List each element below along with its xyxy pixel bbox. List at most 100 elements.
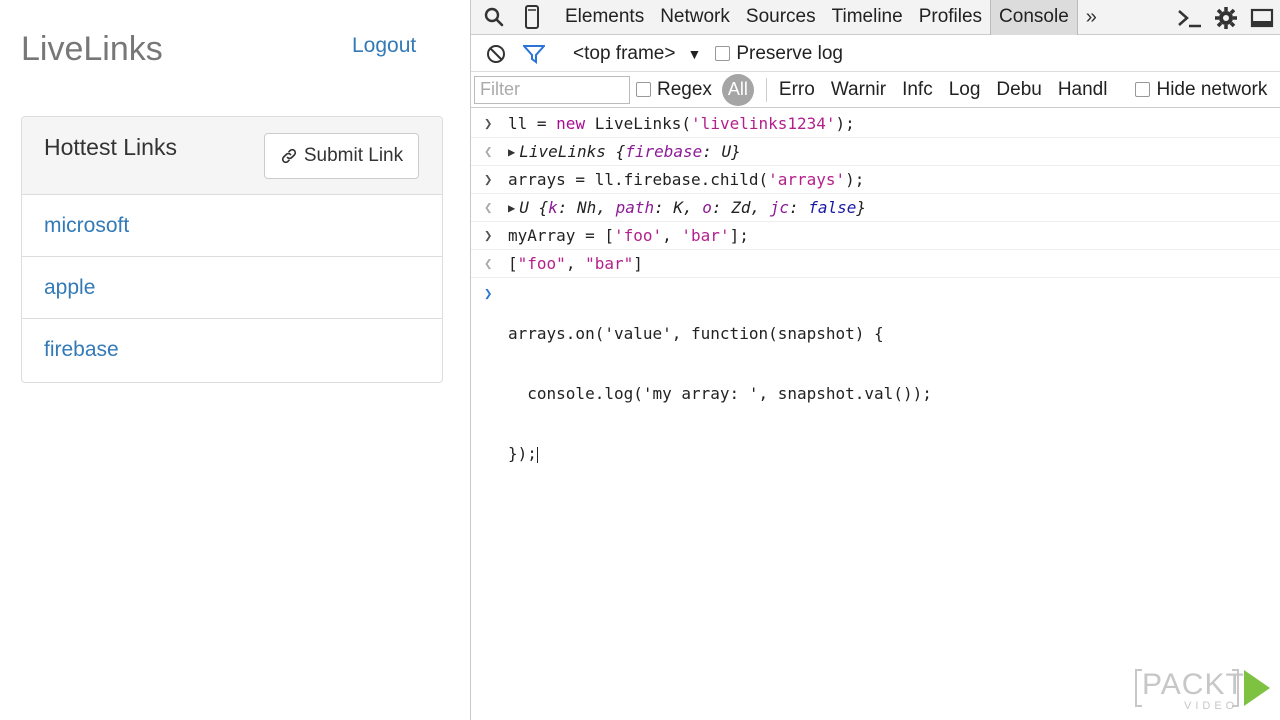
code-string: "foo" [517,254,566,273]
filter-bar: Regex All Erro Warnir Infc Log Debu Hand… [471,72,1280,108]
output-prompt-icon: ❮ [484,255,493,272]
filter-input[interactable] [474,75,630,104]
more-tabs-icon[interactable]: » [1078,6,1105,29]
prompt-code-line: arrays.on('value', function(snapshot) { [508,324,884,343]
output-prompt-icon: ❮ [484,199,493,216]
console-output[interactable]: ❯ ll = new LiveLinks('livelinks1234'); ❮… [471,110,1280,720]
submit-link-button[interactable]: Submit Link [264,133,419,179]
active-prompt-icon: ❯ [484,286,493,302]
prompt-code-last: }); [508,444,932,464]
search-icon[interactable] [479,0,509,35]
object-text: U { [519,198,549,217]
code-string: 'bar' [681,226,730,245]
prompt-code-line: }); [508,444,537,463]
code-text: ); [835,114,855,133]
level-handled[interactable]: Handl [1050,79,1116,101]
console-prompt-input[interactable]: ❯ arrays.on('value', function(snapshot) … [471,278,1280,504]
app-brand[interactable]: LiveLinks [21,30,163,69]
code-string: 'arrays' [768,170,846,189]
code-text: ll = [508,114,557,133]
livelinks-app: LiveLinks Logout Hottest Links Submit Li… [0,0,470,720]
object-text: } [856,198,867,217]
tab-console[interactable]: Console [990,0,1078,35]
hide-network-box[interactable] [1135,82,1151,97]
tab-timeline[interactable]: Timeline [824,0,911,35]
code-text: , [565,254,586,273]
logout-link[interactable]: Logout [352,34,416,58]
clear-console-icon[interactable] [481,36,511,71]
level-separator [765,77,767,102]
object-text: : [788,198,809,217]
devtools-tabbar: Elements Network Sources Timeline Profil… [471,0,1280,35]
level-info[interactable]: Infc [894,79,941,101]
object-property: o [702,198,712,217]
console-output-line[interactable]: ❮ ▶ LiveLinks {firebase: U} [471,138,1280,166]
link-item-firebase[interactable]: firebase [22,319,442,381]
tab-profiles[interactable]: Profiles [911,0,990,35]
panel-title: Hottest Links [44,134,177,160]
hide-network-checkbox[interactable]: Hide network [1135,79,1267,101]
code-text: myArray = [ [508,226,614,245]
level-warnings[interactable]: Warnir [823,79,894,101]
level-errors[interactable]: Erro [771,79,823,101]
level-logs[interactable]: Log [941,79,989,101]
code-string: 'livelinks1234' [691,114,836,133]
object-property: path [615,198,655,217]
object-property: firebase [625,142,703,161]
tab-sources[interactable]: Sources [738,0,824,35]
object-text: : Nh, [557,198,616,217]
code-text: ] [633,254,643,273]
hide-network-label: Hide network [1156,78,1268,100]
frame-dropdown-arrow-icon[interactable]: ▼ [687,46,701,62]
device-mode-icon[interactable] [517,0,547,35]
link-item-apple[interactable]: apple [22,257,442,319]
code-text: [ [508,254,518,273]
tab-network[interactable]: Network [652,0,738,35]
input-prompt-icon: ❯ [484,115,493,132]
code-text: arrays = ll.firebase.child( [508,170,769,189]
preserve-log-checkbox[interactable]: Preserve log [715,43,843,65]
input-prompt-icon: ❯ [484,227,493,244]
console-toolbar: <top frame> ▼ Preserve log [471,36,1280,72]
expand-triangle-icon[interactable]: ▶ [508,201,515,215]
console-drawer-icon[interactable] [1175,0,1205,35]
object-text: : Zd, [711,198,770,217]
devtools-right-icons [1175,0,1280,35]
panel-heading: Hottest Links Submit Link [22,117,442,195]
object-property: k [548,198,558,217]
input-prompt-icon: ❯ [484,171,493,188]
filter-funnel-icon[interactable] [519,36,549,71]
object-boolean: false [808,198,857,217]
prompt-code[interactable]: arrays.on('value', function(snapshot) { … [508,284,932,504]
frame-selector[interactable]: <top frame> [573,43,675,65]
level-all-button[interactable]: All [721,73,754,106]
code-text: ]; [729,226,749,245]
devtools-pane: Elements Network Sources Timeline Profil… [470,0,1280,720]
object-text: : K, [654,198,703,217]
dock-side-icon[interactable] [1247,0,1277,35]
level-debug[interactable]: Debu [988,79,1049,101]
code-string: 'foo' [613,226,663,245]
expand-triangle-icon[interactable]: ▶ [508,145,515,159]
text-cursor [536,446,538,463]
prompt-code-line: console.log('my array: ', snapshot.val()… [508,384,932,403]
watermark-sub: VIDEO [1184,700,1239,712]
preserve-log-label: Preserve log [736,42,843,64]
console-output-line[interactable]: ❮ ["foo", "bar"] [471,250,1280,278]
code-text: , [662,226,682,245]
submit-link-label: Submit Link [303,145,404,166]
gear-icon[interactable] [1211,0,1241,35]
object-text: : U} [702,142,741,161]
code-text: ); [845,170,865,189]
tab-elements[interactable]: Elements [557,0,652,35]
console-input-line: ❯ arrays = ll.firebase.child('arrays'); [471,166,1280,194]
console-output-line[interactable]: ❮ ▶ U {k: Nh, path: K, o: Zd, jc: false} [471,194,1280,222]
object-text: LiveLinks { [519,142,626,161]
link-item-microsoft[interactable]: microsoft [22,195,442,257]
watermark-brand: PACKT [1142,668,1245,701]
console-input-line: ❯ myArray = ['foo', 'bar']; [471,222,1280,250]
output-prompt-icon: ❮ [484,143,493,160]
preserve-log-box[interactable] [715,46,731,61]
regex-box[interactable] [636,82,651,97]
regex-checkbox[interactable]: Regex [636,79,712,101]
